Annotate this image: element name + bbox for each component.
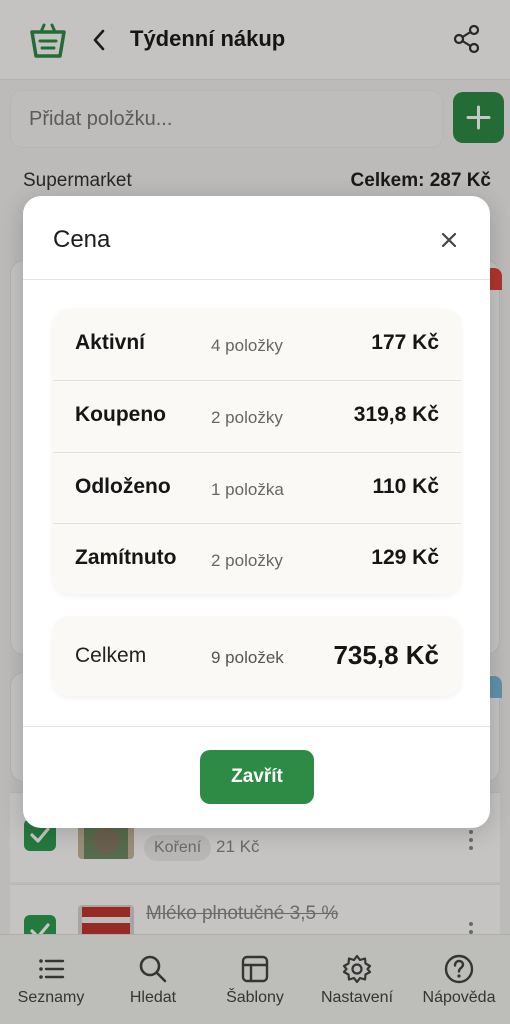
status-row-active: Aktivní 4 položky 177 Kč xyxy=(53,309,461,380)
divider xyxy=(23,726,490,727)
status-label: Aktivní xyxy=(75,331,146,354)
close-icon[interactable] xyxy=(433,224,465,256)
status-value: 129 Kč xyxy=(371,546,439,569)
status-row-postponed: Odloženo 1 položka 110 Kč xyxy=(53,453,461,524)
status-count: 2 položky xyxy=(211,408,283,427)
status-row-bought: Koupeno 2 položky 319,8 Kč xyxy=(53,381,461,452)
total-label: Celkem xyxy=(75,644,147,667)
status-count: 1 položka xyxy=(211,480,284,499)
total-value: 735,8 Kč xyxy=(333,640,439,670)
total-card: Celkem 9 položek 735,8 Kč xyxy=(53,616,461,696)
status-label: Zamítnuto xyxy=(75,546,177,569)
status-value: 110 Kč xyxy=(372,475,439,498)
status-count: 2 položky xyxy=(211,551,283,570)
total-count: 9 položek xyxy=(211,648,284,667)
status-label: Odloženo xyxy=(75,475,171,498)
status-label: Koupeno xyxy=(75,403,166,426)
dialog-title: Cena xyxy=(53,226,111,253)
close-button[interactable]: Zavřít xyxy=(200,750,314,804)
status-row-rejected: Zamítnuto 2 položky 129 Kč xyxy=(53,524,461,595)
status-value: 177 Kč xyxy=(371,331,439,354)
divider xyxy=(23,279,490,280)
status-count: 4 položky xyxy=(211,336,283,355)
price-summary-dialog: Cena Aktivní 4 položky 177 Kč Koupeno 2 … xyxy=(23,196,490,828)
status-breakdown-card: Aktivní 4 položky 177 Kč Koupeno 2 polož… xyxy=(53,309,461,594)
status-value: 319,8 Kč xyxy=(353,403,439,426)
